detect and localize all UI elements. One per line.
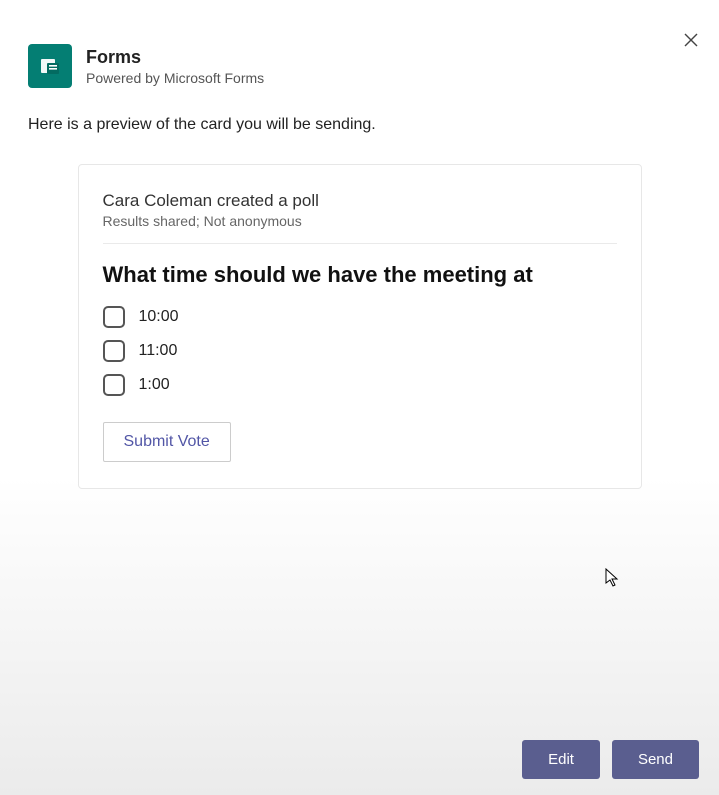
- checkbox-icon[interactable]: [103, 340, 125, 362]
- checkbox-icon[interactable]: [103, 306, 125, 328]
- poll-option[interactable]: 1:00: [103, 374, 617, 396]
- option-label: 11:00: [139, 342, 178, 360]
- poll-meta: Results shared; Not anonymous: [103, 213, 617, 229]
- poll-author-line: Cara Coleman created a poll: [103, 191, 617, 211]
- dialog-header: Forms Powered by Microsoft Forms: [0, 0, 719, 88]
- cursor-icon: [605, 568, 621, 588]
- app-title: Forms: [86, 47, 264, 68]
- close-icon[interactable]: [679, 28, 703, 52]
- poll-option[interactable]: 11:00: [103, 340, 617, 362]
- poll-option[interactable]: 10:00: [103, 306, 617, 328]
- checkbox-icon[interactable]: [103, 374, 125, 396]
- dialog-footer: Edit Send: [522, 740, 699, 779]
- send-button[interactable]: Send: [612, 740, 699, 779]
- app-subtitle: Powered by Microsoft Forms: [86, 70, 264, 86]
- poll-card: Cara Coleman created a poll Results shar…: [78, 164, 642, 489]
- option-label: 1:00: [139, 376, 170, 394]
- poll-question: What time should we have the meeting at: [103, 262, 617, 288]
- divider: [103, 243, 617, 244]
- forms-icon: [28, 44, 72, 88]
- edit-button[interactable]: Edit: [522, 740, 600, 779]
- preview-intro-text: Here is a preview of the card you will b…: [0, 88, 719, 134]
- header-text: Forms Powered by Microsoft Forms: [86, 47, 264, 86]
- submit-vote-button[interactable]: Submit Vote: [103, 422, 231, 462]
- option-label: 10:00: [139, 308, 179, 326]
